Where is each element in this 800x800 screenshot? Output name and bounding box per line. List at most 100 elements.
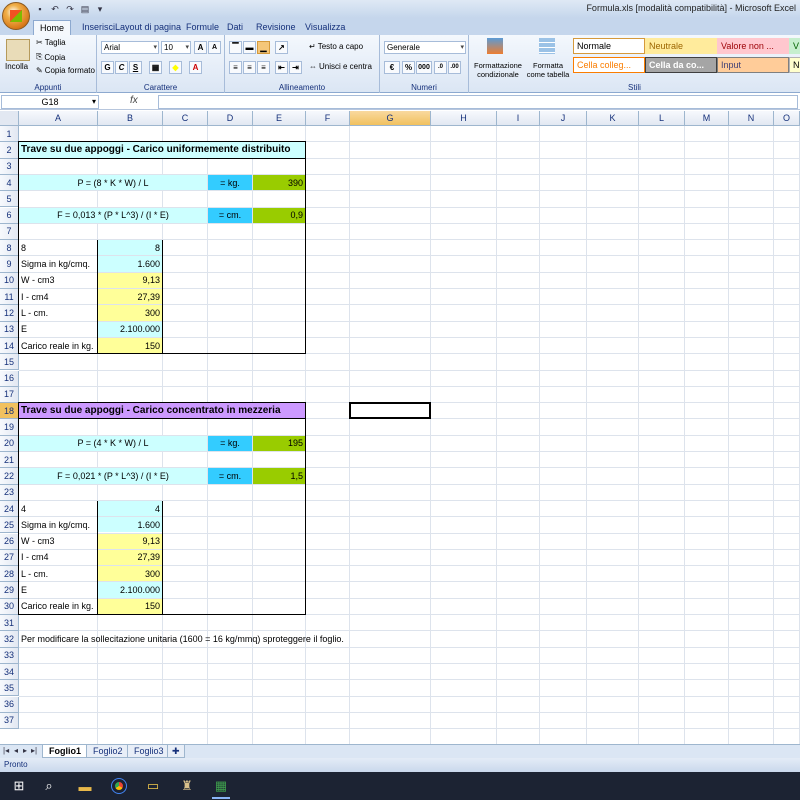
font-color-icon[interactable]: A (189, 61, 202, 74)
select-all-corner[interactable] (0, 111, 19, 126)
value-cell-b12[interactable]: 300 (98, 305, 162, 321)
office-button[interactable] (2, 2, 30, 30)
value-cell-b25[interactable]: 1.600 (98, 517, 162, 533)
row-header-36[interactable]: 36 (0, 696, 19, 713)
cell-b8[interactable]: 8 (98, 240, 162, 256)
last-sheet-icon[interactable]: ▸| (31, 746, 37, 755)
value-cell-b30[interactable]: 150 (98, 598, 162, 614)
increase-indent-icon[interactable]: ⇥ (289, 61, 302, 74)
cell-style-2[interactable]: Valore non ... (717, 38, 789, 54)
title-cell-a2[interactable]: Trave su due appoggi - Carico uniformeme… (19, 142, 305, 158)
chrome-icon[interactable] (108, 776, 130, 796)
conditional-format-icon[interactable] (487, 38, 503, 54)
paste-icon[interactable] (6, 39, 30, 61)
title-cell-a18[interactable]: Trave su due appoggi - Carico concentrat… (19, 403, 305, 419)
formula-cell-a22[interactable]: F = 0,021 * (P * L^3) / (I * E) (19, 468, 207, 484)
decrease-decimal-icon[interactable]: .00 (448, 61, 461, 74)
value-cell-b28[interactable]: 300 (98, 566, 162, 582)
row-header-23[interactable]: 23 (0, 484, 19, 501)
align-right-icon[interactable]: ≡ (257, 61, 270, 74)
row-header-8[interactable]: 8 (0, 240, 19, 257)
row-header-10[interactable]: 10 (0, 272, 19, 289)
label-cell-a9[interactable]: Sigma in kg/cmq. (19, 256, 97, 271)
label-cell-a27[interactable]: I - cm4 (19, 550, 97, 565)
font-size-select[interactable]: 10 (161, 41, 191, 54)
save-icon[interactable]: ▪ (34, 3, 46, 15)
row-header-35[interactable]: 35 (0, 680, 19, 697)
tab-layout[interactable]: Layout di pagina (109, 20, 187, 35)
value-cell-b26[interactable]: 9,13 (98, 533, 162, 549)
format-painter-button[interactable]: ✎ Copia formato (36, 66, 95, 75)
label-cell-a25[interactable]: Sigma in kg/cmq. (19, 517, 97, 532)
label-cell-a12[interactable]: L - cm. (19, 305, 97, 320)
label-cell-a13[interactable]: E (19, 322, 97, 337)
row-header-5[interactable]: 5 (0, 191, 19, 208)
shrink-font-button[interactable]: A (208, 41, 221, 54)
italic-button[interactable]: C (115, 61, 128, 74)
sheet-tab-foglio1[interactable]: Foglio1 (42, 745, 88, 758)
label-cell-a10[interactable]: W - cm3 (19, 273, 97, 288)
unit-cell-d20[interactable]: = kg. (208, 435, 252, 451)
windows-start-icon[interactable]: ⊞ (8, 776, 30, 796)
row-header-27[interactable]: 27 (0, 549, 19, 567)
column-header-c[interactable]: C (163, 111, 208, 126)
row-header-34[interactable]: 34 (0, 663, 19, 681)
row-header-4[interactable]: 4 (0, 174, 19, 192)
formula-input[interactable] (158, 95, 798, 109)
column-header-d[interactable]: D (208, 111, 253, 126)
search-icon[interactable]: ⌕ (38, 776, 60, 796)
file-explorer-icon[interactable]: ▬ (74, 776, 96, 796)
unit-cell-d22[interactable]: = cm. (208, 468, 252, 484)
row-header-7[interactable]: 7 (0, 223, 19, 241)
thousands-button[interactable]: 000 (416, 61, 432, 74)
column-header-h[interactable]: H (431, 111, 497, 126)
cell-a24[interactable]: 4 (19, 501, 97, 516)
cell-a8[interactable]: 8 (19, 240, 97, 255)
next-sheet-icon[interactable]: ▸ (23, 746, 27, 755)
value-cell-b9[interactable]: 1.600 (98, 256, 162, 272)
label-cell-a14[interactable]: Carico reale in kg. (19, 338, 97, 353)
result-cell-e4[interactable]: 390 (253, 174, 305, 191)
result-cell-e20[interactable]: 195 (253, 435, 305, 451)
align-bottom-icon[interactable]: ▁ (257, 41, 270, 54)
note-cell-a32[interactable]: Per modificare la sollecitazione unitari… (19, 631, 430, 646)
row-header-33[interactable]: 33 (0, 647, 19, 664)
label-cell-a26[interactable]: W - cm3 (19, 534, 97, 549)
align-left-icon[interactable]: ≡ (229, 61, 242, 74)
value-cell-b29[interactable]: 2.100.000 (98, 582, 162, 598)
conditional-format-button[interactable]: Formattazione condizionale (473, 61, 523, 79)
tab-revisione[interactable]: Revisione (250, 20, 302, 35)
copy-button[interactable]: ⎘ Copia (36, 52, 65, 62)
row-header-21[interactable]: 21 (0, 452, 19, 469)
merge-center-button[interactable]: ⇔ Unisci e centra (309, 62, 372, 71)
number-format-select[interactable]: Generale (384, 41, 466, 54)
row-header-12[interactable]: 12 (0, 305, 19, 322)
cell-b24[interactable]: 4 (98, 500, 162, 517)
value-cell-b11[interactable]: 27,39 (98, 289, 162, 305)
percent-button[interactable]: % (402, 61, 415, 74)
row-header-28[interactable]: 28 (0, 566, 19, 583)
cell-style-7[interactable]: N (789, 57, 800, 73)
format-table-button[interactable]: Formatta come tabella (525, 61, 571, 79)
column-header-j[interactable]: J (540, 111, 587, 126)
row-header-29[interactable]: 29 (0, 582, 19, 599)
value-cell-b13[interactable]: 2.100.000 (98, 321, 162, 337)
row-header-14[interactable]: 14 (0, 337, 19, 355)
name-box[interactable]: G18 (1, 95, 99, 109)
underline-button[interactable]: S (129, 61, 142, 74)
formula-cell-a6[interactable]: F = 0,013 * (P * L^3) / (I * E) (19, 207, 207, 223)
row-header-30[interactable]: 30 (0, 598, 19, 615)
column-header-l[interactable]: L (639, 111, 685, 126)
row-header-13[interactable]: 13 (0, 321, 19, 338)
row-header-20[interactable]: 20 (0, 435, 19, 452)
row-header-1[interactable]: 1 (0, 126, 19, 143)
column-header-g[interactable]: G (350, 111, 431, 126)
column-header-f[interactable]: F (306, 111, 350, 126)
undo-icon[interactable]: ↶ (49, 3, 61, 15)
sheet-tab-foglio3[interactable]: Foglio3 (127, 745, 171, 758)
unit-cell-d4[interactable]: = kg. (208, 174, 252, 191)
format-table-icon[interactable] (539, 38, 555, 54)
orientation-icon[interactable]: ↗ (275, 41, 288, 54)
cell-style-3[interactable]: V (789, 38, 800, 54)
label-cell-a30[interactable]: Carico reale in kg. (19, 599, 97, 614)
